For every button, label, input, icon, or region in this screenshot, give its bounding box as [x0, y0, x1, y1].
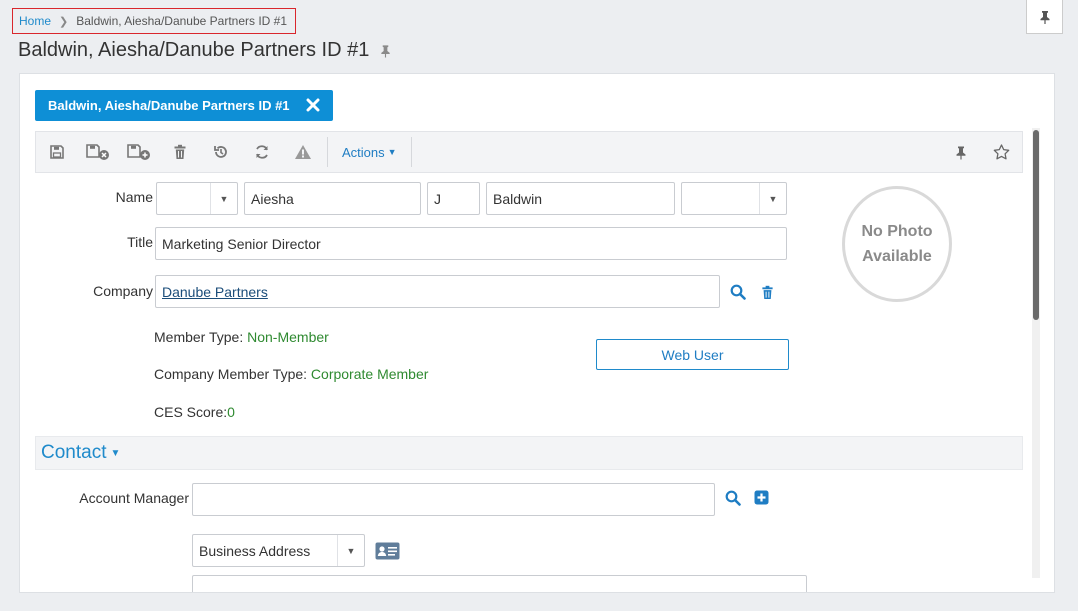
address-type-select[interactable]: Business Address ▼: [192, 534, 365, 567]
scrollbar[interactable]: [1032, 128, 1040, 578]
caret-down-icon: ▼: [759, 183, 786, 214]
ces-score-line: CES Score:0: [154, 404, 235, 420]
close-icon[interactable]: [306, 98, 320, 115]
caret-down-icon: ▼: [210, 183, 237, 214]
save-icon: [49, 145, 64, 159]
title-field[interactable]: Marketing Senior Director: [155, 227, 787, 260]
company-field[interactable]: Danube Partners: [155, 275, 720, 308]
member-type-value: Non-Member: [247, 329, 329, 345]
company-member-type-label: Company Member Type:: [154, 366, 311, 382]
search-icon: [730, 284, 746, 300]
star-icon: [993, 144, 1010, 160]
address-line-field[interactable]: [192, 575, 807, 592]
actions-label: Actions: [342, 144, 385, 160]
record-panel: Baldwin, Aiesha/Danube Partners ID #1 Ac…: [19, 73, 1055, 593]
last-name-field[interactable]: Baldwin: [486, 182, 675, 215]
account-manager-field[interactable]: [192, 483, 715, 516]
company-remove-button[interactable]: [759, 283, 775, 301]
breadcrumb-current: Baldwin, Aiesha/Danube Partners ID #1: [76, 14, 288, 28]
search-icon: [725, 490, 741, 506]
toolbar-divider: [327, 137, 328, 167]
scrollbar-thumb[interactable]: [1033, 130, 1039, 320]
ces-score-label: CES Score:: [154, 404, 228, 420]
breadcrumb: Home ❯ Baldwin, Aiesha/Danube Partners I…: [12, 8, 297, 34]
account-manager-search-button[interactable]: [724, 489, 742, 507]
actions-menu-button[interactable]: Actions ▼: [332, 132, 407, 172]
record-toolbar: Actions ▼: [35, 131, 1023, 173]
delete-icon: [174, 144, 185, 159]
web-user-button[interactable]: Web User: [596, 339, 789, 370]
contact-section-title: Contact: [41, 442, 107, 463]
name-suffix-select[interactable]: ▼: [681, 182, 787, 215]
member-type-line: Member Type: Non-Member: [154, 329, 329, 345]
pin-icon[interactable]: [379, 44, 392, 58]
pin-icon: [956, 146, 965, 159]
save-close-icon: [85, 144, 109, 160]
save-button[interactable]: [36, 132, 77, 172]
save-new-button[interactable]: [118, 132, 159, 172]
toolbar-right: [940, 132, 1022, 172]
company-search-button[interactable]: [729, 283, 747, 301]
trash-icon: [761, 285, 773, 299]
name-label: Name: [115, 189, 153, 205]
middle-name-field[interactable]: J: [427, 182, 480, 215]
refresh-icon: [255, 145, 268, 159]
chevron-right-icon: ❯: [59, 15, 69, 28]
record-tab-label: Baldwin, Aiesha/Danube Partners ID #1: [48, 98, 290, 113]
history-icon: [213, 146, 227, 158]
contact-section-header[interactable]: Contact ▼: [35, 436, 1023, 470]
plus-square-icon: [754, 490, 768, 504]
name-prefix-select[interactable]: ▼: [156, 182, 238, 215]
photo-placeholder-line1: No Photo: [861, 223, 933, 240]
record-tab[interactable]: Baldwin, Aiesha/Danube Partners ID #1: [35, 90, 333, 121]
page-title-text: Baldwin, Aiesha/Danube Partners ID #1: [18, 39, 370, 61]
address-card-icon: [375, 542, 399, 560]
first-name-field[interactable]: Aiesha: [244, 182, 421, 215]
caret-down-icon: ▼: [110, 447, 121, 459]
address-card-button[interactable]: [374, 541, 400, 561]
member-type-label: Member Type:: [154, 329, 248, 345]
refresh-button[interactable]: [241, 132, 282, 172]
save-close-button[interactable]: [77, 132, 118, 172]
page-title: Baldwin, Aiesha/Danube Partners ID #1: [18, 39, 392, 62]
company-link[interactable]: Danube Partners: [162, 284, 268, 300]
toolbar-divider: [410, 137, 412, 167]
save-new-icon: [126, 144, 150, 160]
company-label: Company: [93, 283, 153, 299]
ces-score-value: 0: [227, 404, 235, 420]
warning-icon: [294, 145, 311, 159]
favorite-button[interactable]: [981, 132, 1022, 172]
warning-button[interactable]: [282, 132, 323, 172]
pin-icon: [1040, 10, 1049, 24]
delete-button[interactable]: [159, 132, 200, 172]
pin-record-button[interactable]: [940, 132, 981, 172]
company-member-type-value: Corporate Member: [310, 366, 429, 382]
photo-placeholder-line2: Available: [862, 248, 932, 265]
title-label: Title: [127, 234, 153, 250]
account-manager-add-button[interactable]: [753, 489, 769, 505]
page-bottom: [0, 596, 1078, 611]
breadcrumb-home-link[interactable]: Home: [19, 14, 51, 28]
address-type-value: Business Address: [199, 542, 311, 559]
photo-placeholder[interactable]: No Photo Available: [842, 186, 952, 302]
company-member-type-line: Company Member Type: Corporate Member: [154, 366, 428, 382]
caret-down-icon: ▼: [387, 147, 397, 157]
pin-page-button[interactable]: [1026, 0, 1063, 34]
account-manager-label: Account Manager: [79, 490, 189, 506]
history-button[interactable]: [200, 132, 241, 172]
caret-down-icon: ▼: [337, 535, 364, 566]
